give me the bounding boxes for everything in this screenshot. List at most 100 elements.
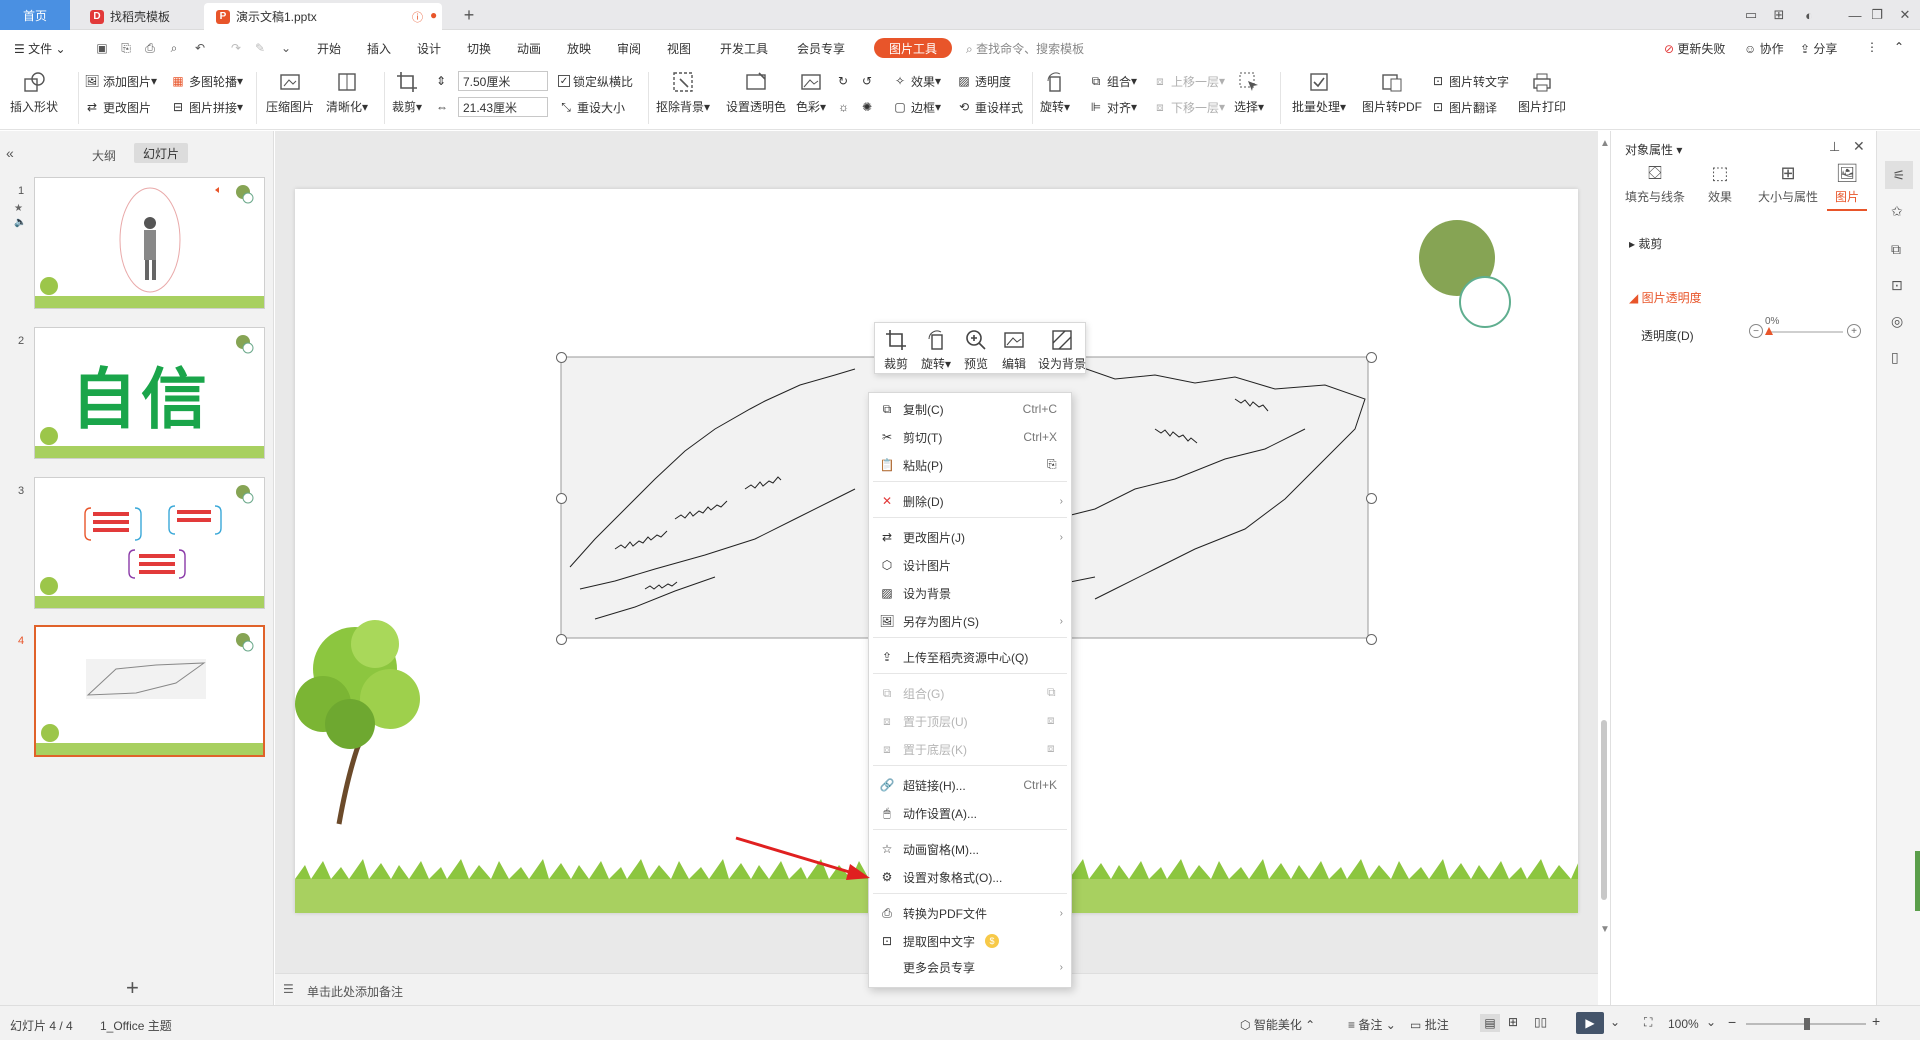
send-backward-button[interactable]: ⧈ 下移一层 ▾ [1152,98,1225,116]
fit-window-icon[interactable]: ⛶ [1644,1015,1652,1030]
sorter-view-icon[interactable]: ⊞ [1508,1015,1518,1029]
menu-item-set-background[interactable]: ▨ 设为背景 [869,580,1071,606]
menu-item-copy[interactable]: ⧉ 复制(C) Ctrl+C [869,396,1071,422]
paste-options-icon[interactable]: ⎘ [1047,457,1063,473]
play-options-icon[interactable]: ⌄ [1610,1015,1620,1029]
contrast-down-icon[interactable]: ✺ [862,98,872,116]
picture-tool-icon[interactable]: ⊡ [1891,277,1903,294]
menu-item-upload[interactable]: ⇪ 上传至稻壳资源中心(Q) [869,644,1071,670]
avatar[interactable]: ◐ [1800,6,1818,24]
menu-start[interactable]: 开始 [317,40,341,57]
zoom-in-icon[interactable]: + [1872,1013,1880,1029]
menu-review[interactable]: 审阅 [617,40,641,57]
multi-outline-button[interactable]: ▦ 多图轮播 ▾ [170,72,243,90]
border-button[interactable]: ▢ 边框 ▾ [892,98,941,116]
preview-icon[interactable]: ⌕ [166,40,182,56]
file-menu[interactable]: ☰ 文件 ⌄ [14,40,66,57]
slide-thumbnail-2[interactable]: 自信 [34,327,265,459]
slide-switch-icon[interactable]: ⧉ [1891,241,1901,258]
mini-rotate-button[interactable]: 旋转▾ [917,327,955,372]
undo-icon[interactable]: ↶ [192,40,208,56]
to-text-button[interactable]: ⊡ 图片转文字 [1430,72,1509,90]
properties-icon[interactable]: ⚟ [1885,161,1913,189]
share-button[interactable]: ⇪ 分享 [1800,40,1837,57]
sharpen-button[interactable]: 清晰化▾ [326,70,368,115]
menu-slideshow[interactable]: 放映 [567,40,591,57]
export-icon[interactable]: ⎘ [118,40,134,56]
menu-item-extract-text[interactable]: ⊡ 提取图中文字 $ [869,928,1071,954]
tab-document[interactable]: P 演示文稿1.pptx ⓘ ● [204,3,442,30]
mini-crop-button[interactable]: 裁剪 [877,327,915,372]
contrast-up-icon[interactable]: ☼ [838,98,849,116]
brightness-down-icon[interactable]: ↺ [862,72,872,90]
reading-view-icon[interactable]: ▯▯ [1534,1015,1547,1029]
menu-design[interactable]: 设计 [417,40,441,57]
scroll-up-icon[interactable]: ▲ [1600,138,1610,154]
menu-developer[interactable]: 开发工具 [720,40,768,57]
scroll-down-icon[interactable]: ▼ [1600,924,1610,935]
select-button[interactable]: 选择▾ [1234,70,1264,115]
slide-thumbnail-3[interactable] [34,477,265,609]
brightness-up-icon[interactable]: ↻ [838,72,848,90]
menu-insert[interactable]: 插入 [367,40,391,57]
menu-item-animation-pane[interactable]: ☆ 动画窗格(M)... [869,836,1071,862]
set-transparent-color-button[interactable]: 设置透明色 [726,70,786,115]
align-button[interactable]: ⊫ 对齐 ▾ [1088,98,1137,116]
menu-item-convert-pdf[interactable]: ⎙ 转换为PDF文件 › [869,900,1071,926]
new-tab-icon[interactable]: + [460,5,478,25]
batch-process-button[interactable]: 批量处理▾ [1292,70,1346,115]
transparency-slider[interactable] [1767,331,1843,333]
slider-thumb[interactable] [1765,327,1773,335]
add-picture-button[interactable]: 🖼 添加图片 ▾ [84,72,157,90]
layout-icon[interactable]: ▭ [1738,6,1764,24]
width-input[interactable]: 7.50厘米 [458,71,548,91]
vertical-scrollbar[interactable] [1601,720,1607,900]
transparency-section-toggle[interactable]: ◢ 图片透明度 [1629,289,1702,306]
bring-forward-button[interactable]: ⧈ 上移一层 ▾ [1152,72,1225,90]
resize-handle-top-left[interactable] [556,352,567,363]
resize-handle-left[interactable] [556,493,567,504]
add-slide-icon[interactable]: + [126,975,139,1001]
restore-icon[interactable]: ❐ [1868,6,1886,24]
collapse-ribbon-icon[interactable]: ⌃ [1894,40,1904,54]
tab-home[interactable]: 首页 [0,0,70,30]
menu-animation[interactable]: 动画 [517,40,541,57]
transparency-button[interactable]: ▨ 透明度 [956,72,1011,90]
reset-style-button[interactable]: ⟲ 重设样式 [956,98,1023,116]
picture-print-button[interactable]: 图片打印 [1518,70,1566,115]
color-button[interactable]: 色彩▾ [796,70,826,115]
close-icon[interactable]: ✕ [1896,6,1914,24]
mini-edit-button[interactable]: 编辑 [995,327,1033,372]
zoom-out-icon[interactable]: − [1728,1014,1736,1030]
collaborate-button[interactable]: ☺ 协作 [1744,40,1784,57]
mini-preview-button[interactable]: 预览 [957,327,995,372]
comments-button[interactable]: ▭ 批注 [1410,1016,1449,1033]
notes-button[interactable]: ≡ 备注 ⌄ [1348,1016,1396,1033]
lock-ratio-checkbox[interactable]: ✓ 锁定纵横比 [558,72,633,90]
insert-shape-button[interactable]: 插入形状 [10,70,58,115]
format-painter-icon[interactable]: ✎ [252,40,268,56]
reset-size-button[interactable]: ⤡ 重设大小 [558,98,625,116]
menu-member[interactable]: 会员专享 [797,40,845,57]
menu-item-paste[interactable]: 📋 粘贴(P) ⎘ [869,452,1071,478]
crop-button[interactable]: 裁剪▾ [392,70,422,115]
close-panel-icon[interactable]: ✕ [1853,138,1865,155]
menu-item-send-to-back[interactable]: ⧈ 置于底层(K) ⧈ [869,736,1071,762]
menu-item-action-settings[interactable]: 🖱 动作设置(A)... [869,800,1071,826]
collapse-panel-icon[interactable]: « [6,145,14,161]
resize-handle-bottom-left[interactable] [556,634,567,645]
menu-item-change-picture[interactable]: ⇄ 更改图片(J) › [869,524,1071,550]
group-button[interactable]: ⧉ 组合 ▾ [1088,72,1137,90]
shape-tool-icon[interactable]: ◎ [1891,313,1903,330]
increase-icon[interactable]: + [1847,324,1861,338]
resize-handle-right[interactable] [1366,493,1377,504]
resize-handle-bottom-right[interactable] [1366,634,1377,645]
normal-view-icon[interactable]: ▤ [1480,1014,1500,1032]
tab-template[interactable]: D 找稻壳模板 [78,3,200,30]
rotate-button[interactable]: 旋转▾ [1040,70,1070,115]
decrease-icon[interactable]: − [1749,324,1763,338]
tab-effect[interactable]: ⬚ 效果 [1695,163,1745,205]
slide-thumbnail-4[interactable] [34,625,265,757]
menu-item-cut[interactable]: ✂ 剪切(T) Ctrl+X [869,424,1071,450]
resize-handle-top-right[interactable] [1366,352,1377,363]
